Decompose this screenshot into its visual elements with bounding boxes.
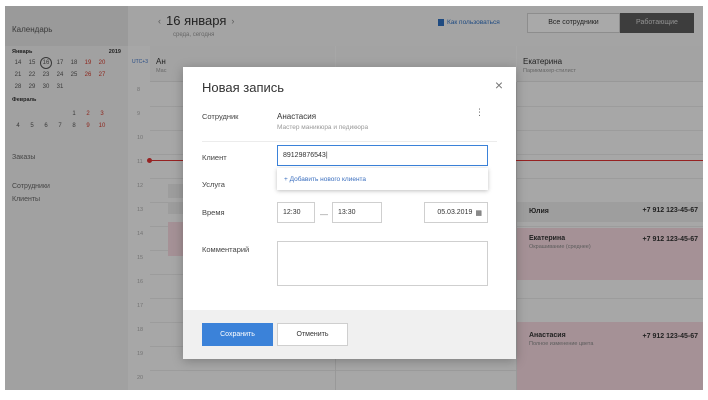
service-label: Услуга [202,180,225,189]
cancel-button[interactable]: Отменить [277,323,348,346]
close-icon[interactable]: × [495,77,503,93]
new-appointment-dialog: Новая запись × Сотрудник Анастасия Масте… [183,67,516,359]
dialog-title: Новая запись [202,80,285,95]
time-label: Время [202,208,225,217]
calendar-icon: ▦ [475,209,482,217]
employee-label: Сотрудник [202,112,239,121]
comment-label: Комментарий [202,245,250,254]
employee-name[interactable]: Анастасия [277,112,316,121]
time-to-input[interactable]: 13:30 [332,202,382,223]
date-input[interactable]: 05.03.2019 ▦ [424,202,488,223]
employee-role: Мастер маникюра и педикюра [277,124,369,131]
client-input[interactable]: 89129876543| [277,145,488,166]
comment-textarea[interactable] [277,241,488,286]
add-client-option[interactable]: + Добавить нового клиента [277,168,488,190]
more-vertical-icon[interactable]: ⋮ [475,107,484,118]
date-value: 05.03.2019 [437,209,473,216]
dialog-footer: Сохранить Отменить [183,310,516,359]
time-range-dash: — [320,210,328,219]
save-button[interactable]: Сохранить [202,323,273,346]
client-label: Клиент [202,153,227,162]
divider [202,141,497,142]
time-from-input[interactable]: 12:30 [277,202,315,223]
